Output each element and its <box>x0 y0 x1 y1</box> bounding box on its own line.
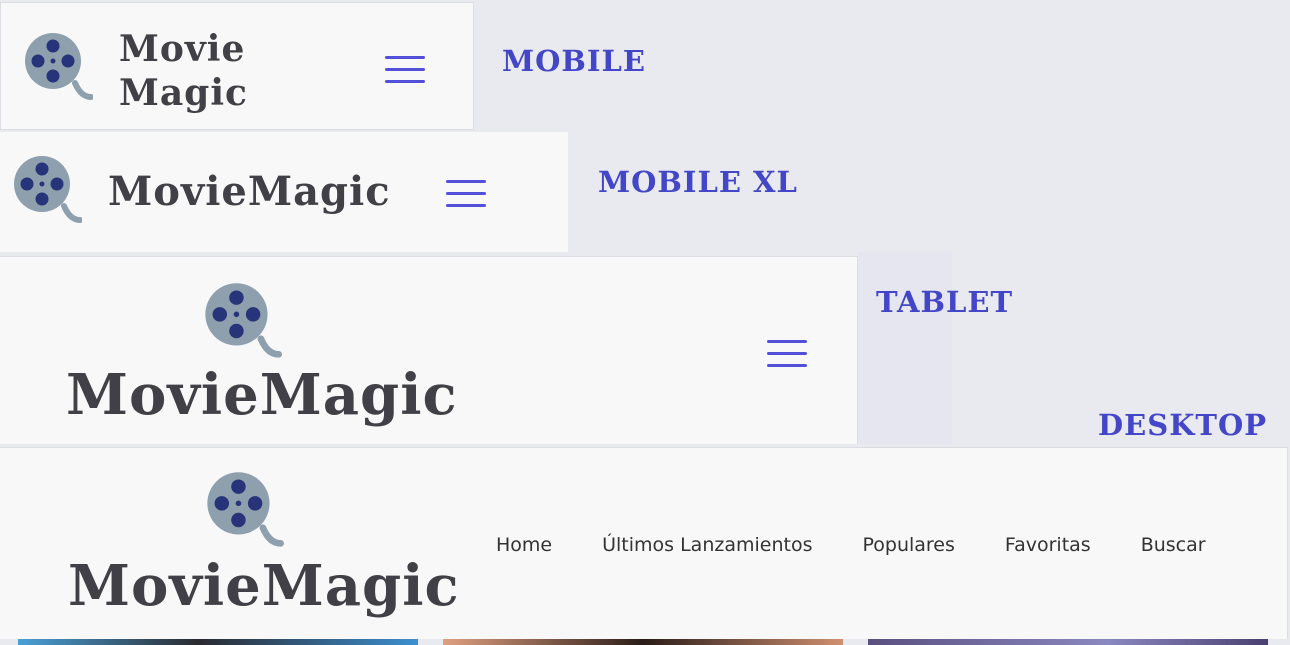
hamburger-icon[interactable] <box>767 340 807 376</box>
film-reel-icon <box>25 33 93 100</box>
film-reel-icon <box>14 156 82 223</box>
label-tablet: TABLET <box>876 285 1014 319</box>
movie-thumbnail[interactable] <box>18 639 418 645</box>
brand-name[interactable]: Movie Magic <box>119 27 248 115</box>
brand-name[interactable]: MovieMagic <box>66 363 458 427</box>
nav-item-favorites[interactable]: Favoritas <box>1005 534 1091 556</box>
brand-line-1: Movie <box>119 28 246 70</box>
film-reel-icon <box>207 472 284 547</box>
label-desktop: DESKTOP <box>1098 408 1268 442</box>
label-mobile-xl: MOBILE XL <box>598 165 798 199</box>
mobile-header: Movie Magic <box>0 2 474 130</box>
brand-name[interactable]: MovieMagic <box>108 168 391 216</box>
hamburger-icon[interactable] <box>385 56 425 92</box>
tablet-header: MovieMagic <box>0 256 858 444</box>
brand-line-2: Magic <box>119 72 248 114</box>
main-nav: Home Últimos Lanzamientos Populares Favo… <box>496 534 1206 556</box>
nav-item-search[interactable]: Buscar <box>1141 534 1206 556</box>
nav-item-latest-releases[interactable]: Últimos Lanzamientos <box>602 534 812 556</box>
nav-item-popular[interactable]: Populares <box>862 534 954 556</box>
mobile-xl-header: MovieMagic <box>0 132 568 252</box>
panel-shadow <box>858 252 952 444</box>
movie-thumbnail[interactable] <box>443 639 843 645</box>
nav-item-home[interactable]: Home <box>496 534 552 556</box>
brand-name[interactable]: MovieMagic <box>68 554 460 618</box>
label-mobile: MOBILE <box>502 44 646 78</box>
hamburger-icon[interactable] <box>446 180 486 216</box>
film-reel-icon <box>205 283 282 358</box>
movie-thumbnail[interactable] <box>868 639 1268 645</box>
